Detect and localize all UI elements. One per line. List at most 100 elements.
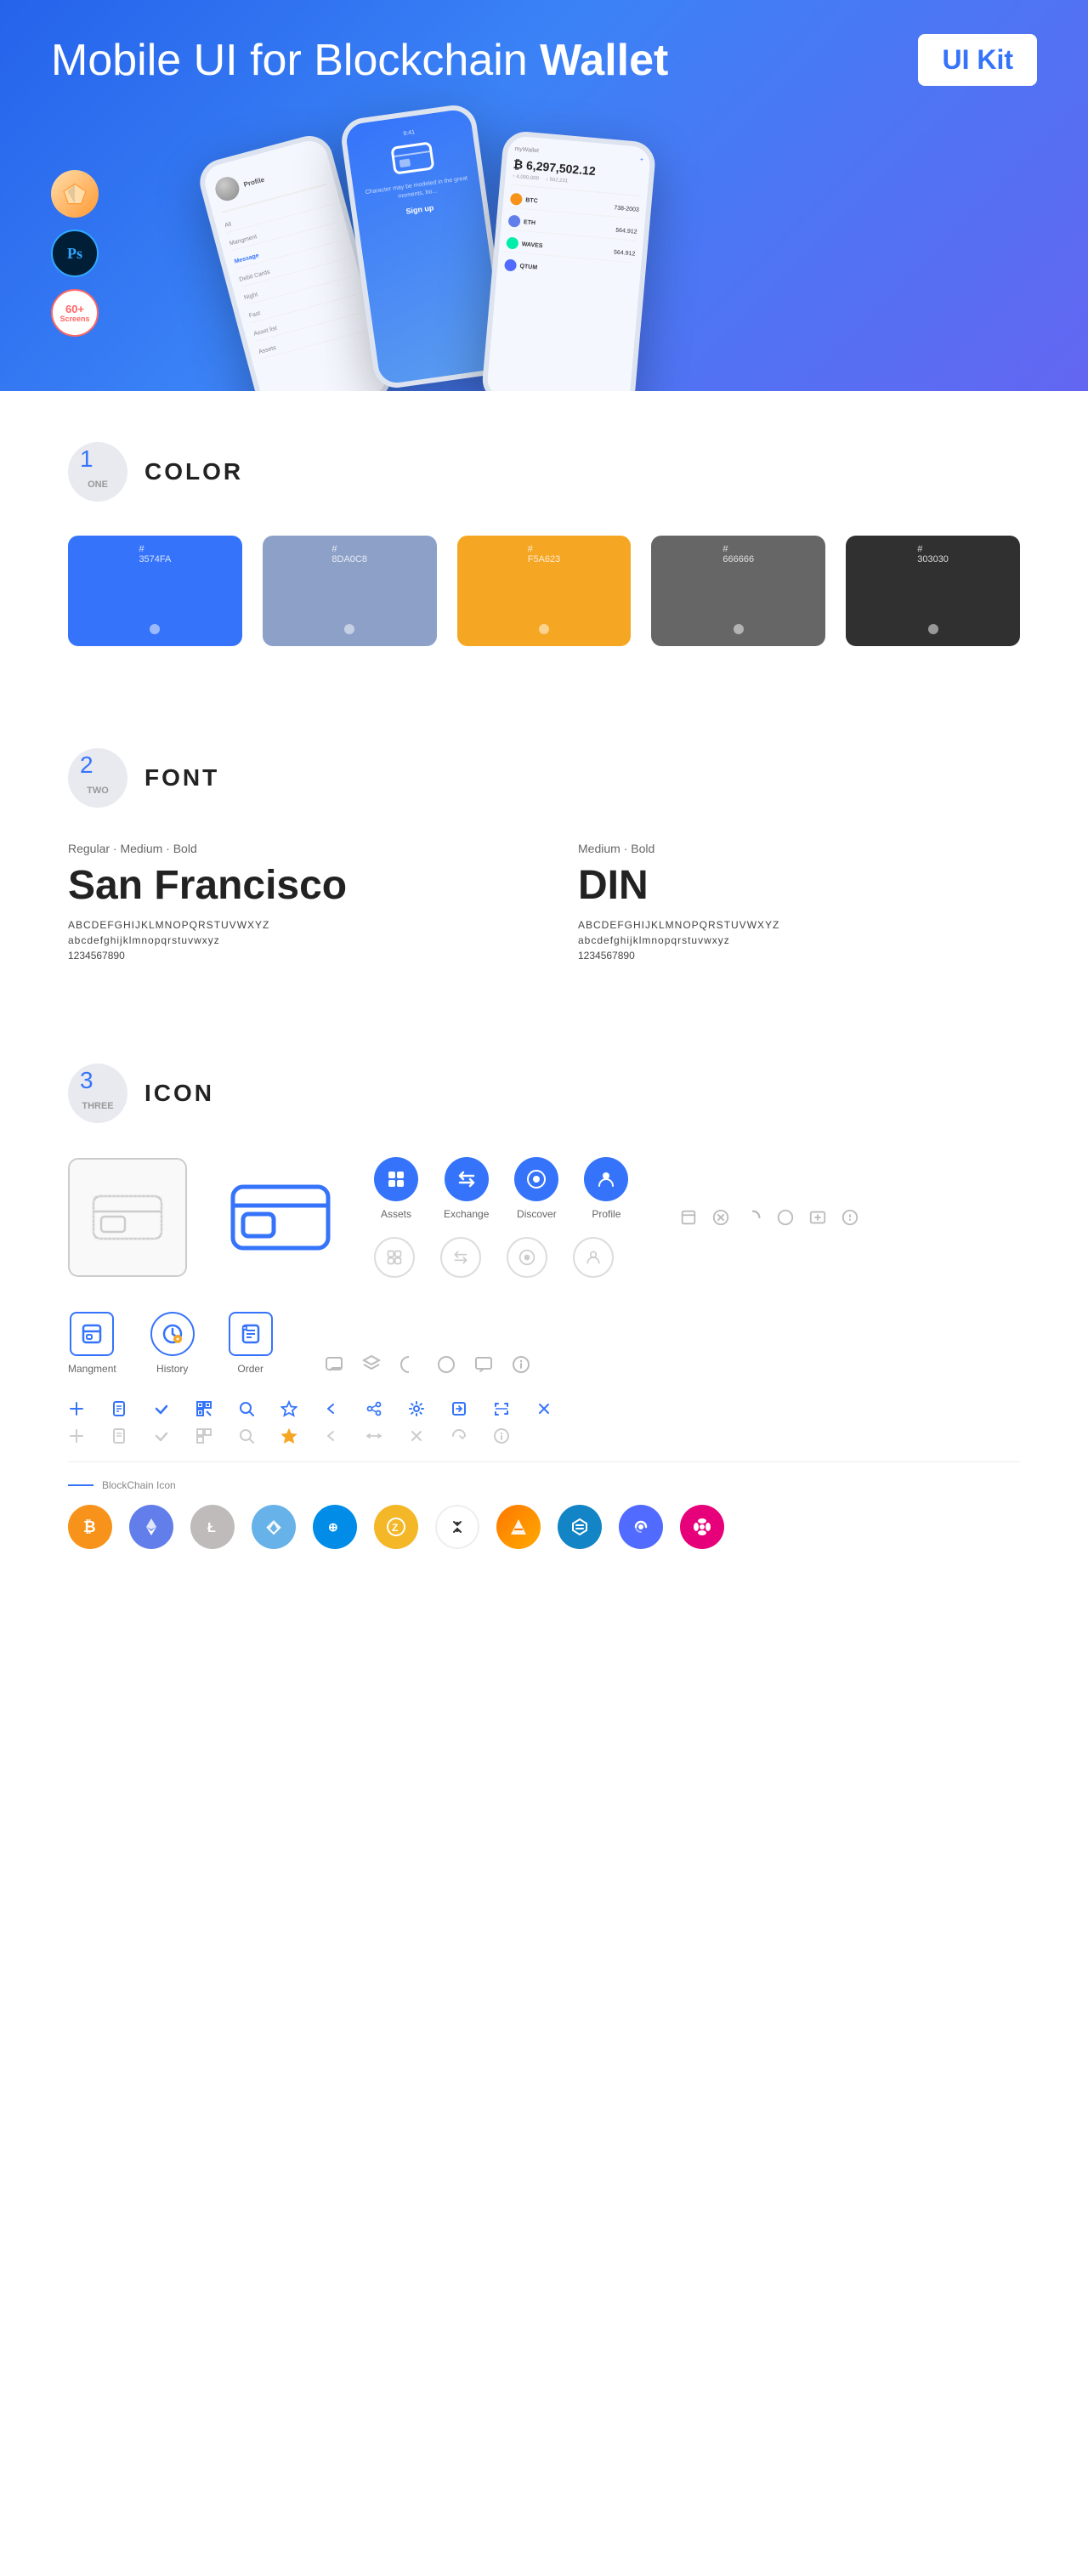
din-lower: abcdefghijklmnopqrstuvwxyz — [578, 934, 1020, 946]
icon-section-title: ICON — [144, 1080, 214, 1107]
svg-text:⊕: ⊕ — [328, 1520, 338, 1534]
export-icon — [450, 1400, 468, 1417]
sf-nums: 1234567890 — [68, 950, 510, 962]
font-section-header: 2 TWO FONT — [68, 697, 1020, 842]
icon-discover-outline — [507, 1237, 547, 1278]
color-swatch-dark: #303030 — [846, 536, 1020, 646]
info-icon — [511, 1354, 531, 1375]
info-gray-icon — [493, 1427, 510, 1444]
bitcoin-icon: ₿ — [68, 1505, 112, 1549]
assets-label: Assets — [381, 1208, 411, 1220]
din-nums: 1234567890 — [578, 950, 1020, 962]
qr-icon — [196, 1400, 212, 1417]
screens-label: Screens — [60, 315, 89, 323]
svg-text:Ł: Ł — [207, 1521, 216, 1535]
qr-gray-icon — [196, 1427, 212, 1444]
management-icon-box — [70, 1312, 114, 1356]
icon-discover: Discover — [514, 1157, 558, 1220]
misc-icon-col — [679, 1208, 859, 1227]
icon-large-row: Assets Exchange Discover — [68, 1157, 1020, 1278]
stratis-icon — [558, 1505, 602, 1549]
icon-small-row-1 — [68, 1400, 1020, 1417]
sf-upper: ABCDEFGHIJKLMNOPQRSTUVWXYZ — [68, 919, 510, 931]
icon-management: Mangment — [68, 1312, 116, 1375]
color-swatch-grayblue: #8DA0C8 — [263, 536, 437, 646]
settings-icon — [408, 1400, 425, 1417]
close-gray-icon — [408, 1427, 425, 1444]
dash-icon: ⊕ — [313, 1505, 357, 1549]
font-section-content: Regular · Medium · Bold San Francisco AB… — [68, 842, 1020, 962]
check-icon — [153, 1400, 170, 1417]
color-swatch-gray: #666666 — [651, 536, 825, 646]
screens-badge: 60+ Screens — [51, 289, 99, 337]
svg-text:Z: Z — [392, 1522, 398, 1534]
icon-exchange-outline — [440, 1237, 481, 1278]
color-section-number: 1 ONE — [68, 442, 128, 502]
sf-lower: abcdefghijklmnopqrstuvwxyz — [68, 934, 510, 946]
font-din: Medium · Bold DIN ABCDEFGHIJKLMNOPQRSTUV… — [578, 842, 1020, 962]
exchange-icon-circle — [445, 1157, 489, 1201]
blockchain-label: BlockChain Icon — [102, 1479, 176, 1491]
refresh-gray-icon — [450, 1427, 468, 1444]
sf-weights: Regular · Medium · Bold — [68, 842, 510, 855]
icon-nav-group-wrapper: Assets Exchange Discover — [374, 1157, 628, 1278]
sf-name: San Francisco — [68, 862, 510, 909]
icon-wireframe-wallet — [68, 1158, 187, 1277]
icon-section-header: 3 THREE ICON — [68, 1013, 1020, 1157]
icon-medium-row: Mangment History — [68, 1312, 1020, 1375]
icon-nav-outline — [374, 1237, 628, 1278]
icon-section-content: Assets Exchange Discover — [68, 1157, 1020, 1549]
star-icon — [280, 1400, 298, 1417]
plus-gray-icon — [68, 1427, 85, 1444]
assets-icon-circle — [374, 1157, 418, 1201]
document-icon — [110, 1400, 128, 1417]
color-swatch-orange: #F5A623 — [457, 536, 632, 646]
color-section-header: 1 ONE COLOR — [68, 391, 1020, 536]
font-section-number: 2 TWO — [68, 748, 128, 808]
bubble-icon — [473, 1354, 494, 1375]
profile-label: Profile — [592, 1208, 620, 1220]
chevron-left-icon — [323, 1400, 340, 1417]
color-swatch-blue: #3574FA — [68, 536, 242, 646]
icon-blue-wallet — [221, 1158, 340, 1277]
hero-section: Mobile UI for Blockchain Wallet UI Kit P… — [0, 0, 1088, 391]
ethereum-icon — [129, 1505, 173, 1549]
screens-count: 60+ — [65, 304, 84, 315]
icon-assets-outline — [374, 1237, 415, 1278]
history-label: History — [156, 1363, 188, 1375]
assets-outline-circle — [374, 1237, 415, 1278]
band-icon — [619, 1505, 663, 1549]
profile-outline-circle — [573, 1237, 614, 1278]
nem-icon — [252, 1505, 296, 1549]
din-upper: ABCDEFGHIJKLMNOPQRSTUVWXYZ — [578, 919, 1020, 931]
chat-icon — [324, 1354, 344, 1375]
layers-icon — [361, 1354, 382, 1375]
ark-icon — [496, 1505, 541, 1549]
iota-icon — [435, 1505, 479, 1549]
star-filled-icon — [280, 1427, 298, 1444]
icon-profile: Profile — [584, 1157, 628, 1220]
document-gray-icon — [110, 1427, 128, 1444]
blockchain-line — [68, 1484, 94, 1486]
din-name: DIN — [578, 862, 1020, 909]
discover-icon-circle — [514, 1157, 558, 1201]
icon-history: History — [150, 1312, 195, 1375]
chevron-left-gray-icon — [323, 1427, 340, 1444]
icon-profile-outline — [573, 1237, 614, 1278]
icon-exchange: Exchange — [444, 1157, 489, 1220]
profile-icon-circle — [584, 1157, 628, 1201]
litecoin-icon: Ł — [190, 1505, 235, 1549]
misc-icon-row-right — [324, 1354, 531, 1375]
search-gray-icon — [238, 1427, 255, 1444]
share-icon — [366, 1400, 382, 1417]
ps-badge: Ps — [51, 230, 99, 277]
icon-nav-filled: Assets Exchange Discover — [374, 1157, 628, 1220]
icon-order: Order — [229, 1312, 273, 1375]
arrows-gray-icon — [366, 1427, 382, 1444]
hero-phones: Profile All Mangment Message Debit Cards… — [170, 51, 1088, 391]
font-sf: Regular · Medium · Bold San Francisco AB… — [68, 842, 510, 962]
icon-section-number: 3 THREE — [68, 1064, 128, 1123]
order-icon-box — [229, 1312, 273, 1356]
icon-small-row-2 — [68, 1427, 1020, 1444]
color-section-title: COLOR — [144, 458, 243, 485]
